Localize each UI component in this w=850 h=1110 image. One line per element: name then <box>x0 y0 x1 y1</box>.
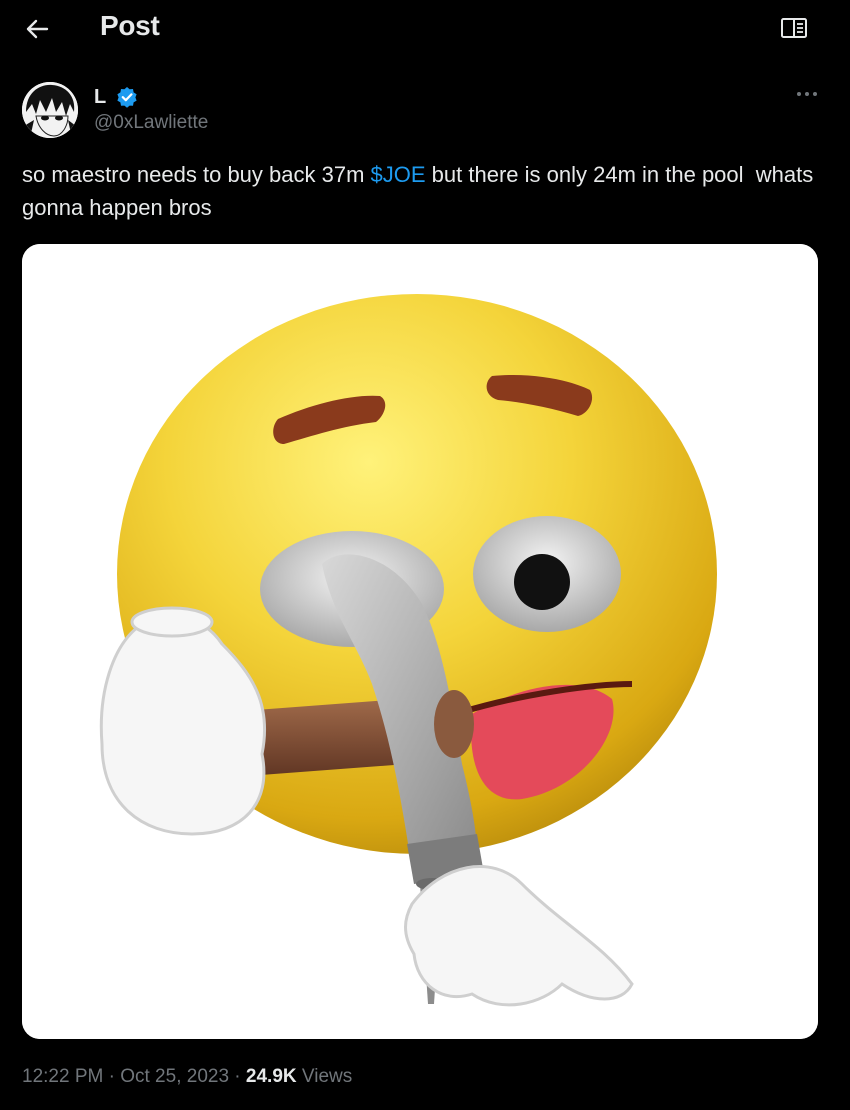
more-options-button[interactable] <box>792 82 822 106</box>
page-title: Post <box>100 10 160 41</box>
display-name[interactable]: L <box>94 86 106 109</box>
arrow-left-icon <box>26 19 49 39</box>
handle[interactable]: @0xLawliette <box>94 112 208 134</box>
back-button[interactable] <box>22 14 52 44</box>
reader-mode-button[interactable] <box>778 14 810 42</box>
cashtag-link[interactable]: $JOE <box>371 162 426 187</box>
avatar-image <box>22 82 78 138</box>
post-media-image[interactable] <box>22 244 818 1039</box>
verified-badge-icon <box>117 87 137 108</box>
top-bar: Post <box>0 0 850 58</box>
post-meta: 12:22 PM · Oct 25, 2023 · 24.9K Views <box>22 1066 352 1088</box>
avatar[interactable] <box>22 82 78 138</box>
open-book-icon <box>781 18 807 38</box>
more-horizontal-icon <box>797 92 817 96</box>
meta-separator: · <box>103 1066 121 1087</box>
views-label: Views <box>296 1066 353 1087</box>
post-date[interactable]: Oct 25, 2023 <box>120 1066 229 1087</box>
post-author: L @0xLawliette <box>22 82 822 142</box>
meta-separator: · <box>229 1066 246 1087</box>
post-text: so maestro needs to buy back 37m $JOE bu… <box>22 158 822 224</box>
views-count: 24.9K <box>245 1066 297 1087</box>
emoji-hammer-image <box>22 244 818 1039</box>
post-text-before: so maestro needs to buy back 37m <box>22 162 371 187</box>
post-time[interactable]: 12:22 PM <box>22 1066 103 1087</box>
